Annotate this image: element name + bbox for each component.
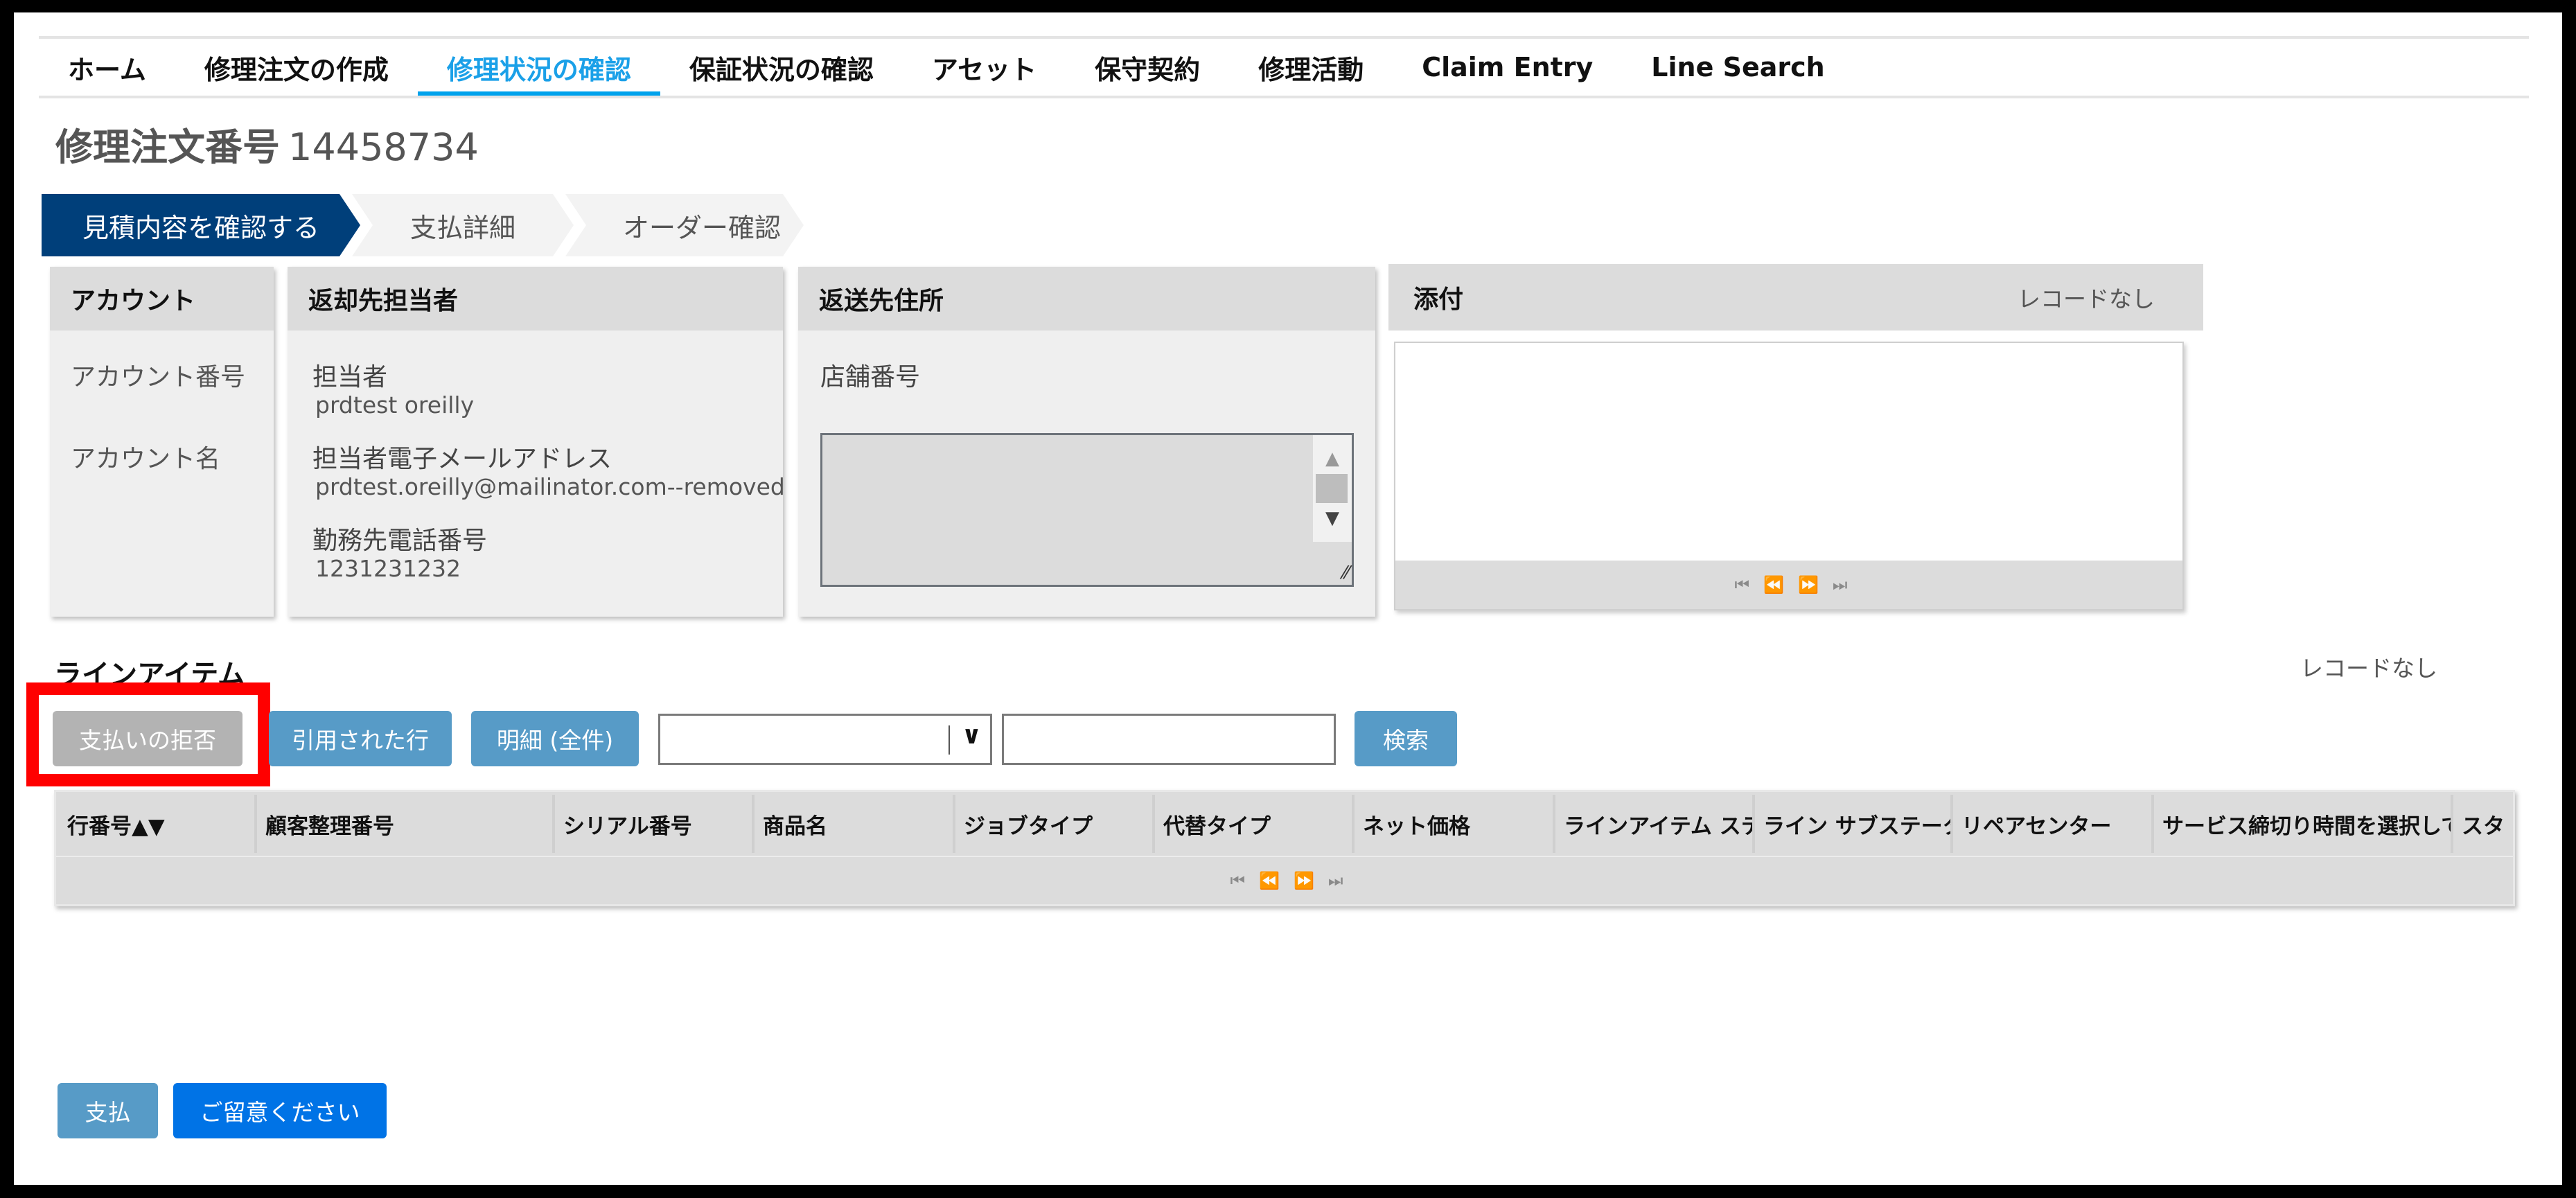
column-header-serial-number[interactable]: シリアル番号: [555, 795, 755, 853]
nav-item-line-search[interactable]: Line Search: [1622, 39, 1853, 96]
last-page-icon[interactable]: ⏭: [1328, 871, 1343, 890]
account-card: アカウント アカウント番号 アカウント名: [50, 267, 274, 617]
column-header-line-item-status[interactable]: ラインアイテム ステ: [1555, 795, 1755, 853]
phone-value: 1231231232: [315, 555, 461, 582]
return-address-card-title: 返送先住所: [798, 267, 1375, 331]
column-header-job-type[interactable]: ジョブタイプ: [955, 795, 1155, 853]
notice-button[interactable]: ご留意ください: [173, 1083, 387, 1138]
nav-divider-bottom: [39, 96, 2529, 98]
contact-value: prdtest oreilly: [315, 391, 475, 419]
quoted-lines-button[interactable]: 引用された行: [269, 711, 452, 766]
column-header-product-name[interactable]: 商品名: [755, 795, 955, 853]
email-label: 担当者電子メールアドレス: [312, 445, 612, 473]
email-value: prdtest.oreilly@mailinator.com--removed: [315, 473, 785, 500]
attachments-title: 添付: [1413, 285, 1464, 314]
return-address-card: 返送先住所 店舗番号 ▲ ▼ ⁄⁄: [798, 267, 1375, 617]
nav-item-repair-activities[interactable]: 修理活動: [1229, 39, 1393, 96]
column-header-line-substatus[interactable]: ライン サブステータ: [1755, 795, 1953, 853]
page-title-label: 修理注文番号: [55, 125, 280, 169]
prev-page-icon[interactable]: ⏪: [1763, 575, 1784, 594]
main-nav: ホーム 修理注文の作成 修理状況の確認 保証状況の確認 アセット 保守契約 修理…: [39, 39, 1854, 97]
scroll-thumb[interactable]: [1316, 474, 1348, 503]
pay-button[interactable]: 支払: [58, 1083, 158, 1138]
details-all-button[interactable]: 明細 (全件): [471, 711, 639, 766]
nav-item-warranty-status[interactable]: 保証状況の確認: [660, 39, 903, 96]
step-order-confirmation[interactable]: オーダー確認: [565, 194, 804, 256]
account-card-title: アカウント: [50, 267, 274, 331]
address-textarea[interactable]: ▲ ▼ ⁄⁄: [820, 433, 1354, 587]
nav-item-claim-entry[interactable]: Claim Entry: [1393, 39, 1622, 96]
attachments-pager: ⏮ ⏪ ⏩ ⏭: [1395, 561, 2182, 609]
first-page-icon[interactable]: ⏮: [1230, 871, 1245, 890]
return-contact-card: 返却先担当者 担当者 prdtest oreilly 担当者電子メールアドレス …: [288, 267, 785, 617]
column-header-status[interactable]: スタ: [2453, 795, 2513, 853]
attachments-header: 添付 レコードなし: [1388, 264, 2203, 331]
attachments-grid: ⏮ ⏪ ⏩ ⏭: [1394, 342, 2184, 610]
next-page-icon[interactable]: ⏩: [1798, 575, 1819, 594]
line-items-table: 行番号▲▼ 顧客整理番号 シリアル番号 商品名 ジョブタイプ 代替タイプ ネット…: [54, 790, 2515, 906]
column-header-substitute-type[interactable]: 代替タイプ: [1155, 795, 1355, 853]
next-page-icon[interactable]: ⏩: [1294, 871, 1314, 890]
chevron-down-icon[interactable]: ∨: [962, 721, 982, 750]
nav-item-service-contracts[interactable]: 保守契約: [1066, 39, 1229, 96]
nav-item-create-repair-order[interactable]: 修理注文の作成: [175, 39, 418, 96]
highlight-box: [26, 682, 270, 786]
line-items-pager: ⏮ ⏪ ⏩ ⏭: [56, 857, 2513, 904]
line-items-record-status: レコードなし: [2300, 655, 2437, 682]
order-number: 14458734: [288, 125, 479, 169]
resize-handle-icon[interactable]: ⁄⁄: [1343, 563, 1349, 583]
nav-item-assets[interactable]: アセット: [903, 39, 1066, 96]
app-window: ホーム 修理注文の作成 修理状況の確認 保証状況の確認 アセット 保守契約 修理…: [14, 12, 2562, 1185]
filter-search-input[interactable]: [1002, 714, 1336, 765]
column-header-line-number[interactable]: 行番号▲▼: [59, 795, 257, 853]
scroll-down-icon[interactable]: ▼: [1313, 503, 1352, 534]
column-header-repair-center[interactable]: リペアセンター: [1953, 795, 2154, 853]
phone-label: 勤務先電話番号: [312, 527, 488, 555]
select-separator: [949, 725, 950, 755]
store-number-label: 店舗番号: [820, 363, 921, 391]
scroll-up-icon[interactable]: ▲: [1313, 443, 1352, 474]
step-payment-details[interactable]: 支払詳細: [352, 194, 574, 256]
column-header-service-cutoff[interactable]: サービス締切り時間を選択して: [2154, 795, 2453, 853]
last-page-icon[interactable]: ⏭: [1833, 575, 1847, 594]
table-header: 行番号▲▼ 顧客整理番号 シリアル番号 商品名 ジョブタイプ 代替タイプ ネット…: [56, 792, 2513, 856]
filter-column-select[interactable]: ∨: [658, 714, 992, 765]
account-number-label: アカウント番号: [71, 363, 246, 391]
step-review-quote[interactable]: 見積内容を確認する: [42, 194, 360, 256]
prev-page-icon[interactable]: ⏪: [1259, 871, 1280, 890]
column-header-customer-ref[interactable]: 顧客整理番号: [257, 795, 555, 853]
nav-item-repair-status[interactable]: 修理状況の確認: [417, 39, 660, 97]
column-header-net-price[interactable]: ネット価格: [1355, 795, 1555, 853]
page-title: 修理注文番号 14458734: [55, 116, 479, 171]
account-name-label: アカウント名: [71, 445, 221, 473]
return-contact-card-title: 返却先担当者: [288, 267, 783, 331]
nav-item-home[interactable]: ホーム: [39, 39, 175, 96]
search-button[interactable]: 検索: [1355, 711, 1457, 766]
address-scrollbar[interactable]: ▲ ▼: [1313, 435, 1352, 542]
first-page-icon[interactable]: ⏮: [1735, 575, 1749, 594]
attachments-record-status: レコードなし: [2018, 285, 2155, 312]
contact-label: 担当者: [312, 363, 388, 391]
